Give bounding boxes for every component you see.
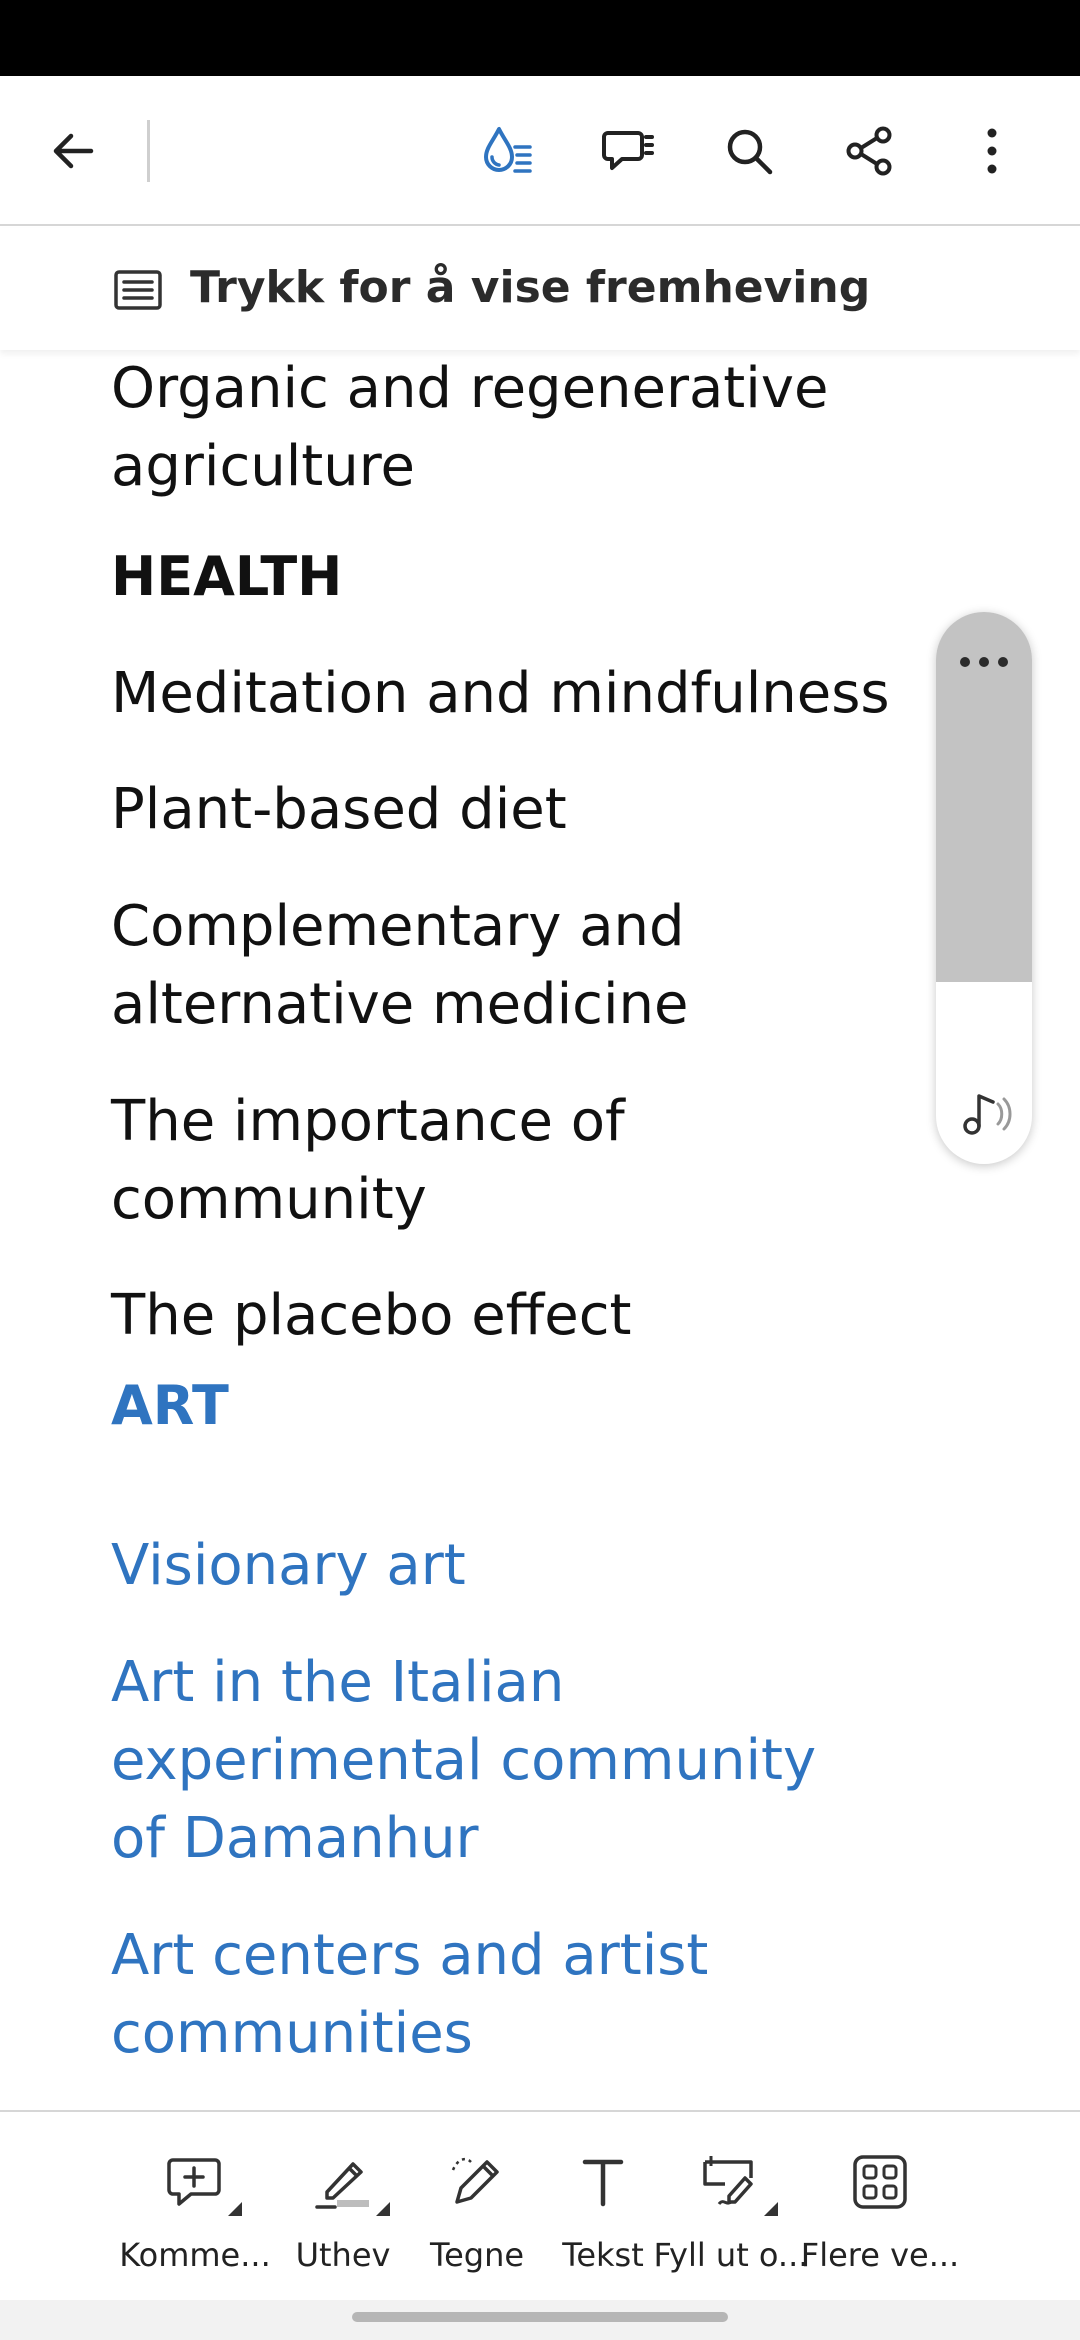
text-icon xyxy=(582,2159,624,2207)
fill-sign-icon xyxy=(703,2156,753,2205)
status-bar xyxy=(0,0,1080,76)
overflow-menu-button[interactable] xyxy=(947,106,1037,196)
tool-label: Komme... xyxy=(119,2236,271,2274)
share-button[interactable] xyxy=(825,106,915,196)
home-gesture-handle[interactable] xyxy=(352,2312,728,2322)
more-tools-grid-icon xyxy=(853,2155,907,2209)
link-visionary-art[interactable]: Visionary art xyxy=(111,1527,911,1605)
liquid-mode-icon xyxy=(484,127,532,173)
doc-paragraph: Meditation and mindfulness xyxy=(111,661,890,726)
more-vertical-icon xyxy=(987,128,997,174)
liquid-mode-button[interactable] xyxy=(462,106,552,196)
document-lines-icon xyxy=(114,270,162,310)
toolbar-divider xyxy=(147,120,150,182)
back-arrow-icon xyxy=(53,133,94,169)
highlight-hint-bar[interactable]: Trykk for å vise fremheving xyxy=(0,228,1080,350)
comment-add-icon xyxy=(167,2158,221,2206)
search-button[interactable] xyxy=(704,106,794,196)
floating-scrubber[interactable] xyxy=(936,612,1032,1164)
tool-fill-sign[interactable]: Fyll ut o... xyxy=(654,2152,808,2292)
document-content[interactable]: Organic and regenerative agriculture HEA… xyxy=(0,350,1080,2110)
read-aloud-icon[interactable] xyxy=(954,1082,1014,1142)
share-icon xyxy=(846,126,892,176)
tool-label: Fyll ut o... xyxy=(653,2236,809,2274)
top-toolbar xyxy=(0,76,1080,226)
doc-paragraph: The importance of community xyxy=(111,1089,625,1232)
link-art-damanhur[interactable]: Art in the Italian experimental communit… xyxy=(111,1644,871,1878)
link-art-centers[interactable]: Art centers and artist communities xyxy=(111,1917,711,2073)
expand-corner-icon xyxy=(376,2202,390,2216)
more-horizontal-icon[interactable] xyxy=(936,642,1032,682)
doc-paragraph: Complementary and alternative medicine xyxy=(111,894,689,1037)
section-heading-health: HEALTH xyxy=(111,545,343,608)
bottom-tools-bar: Komme... Uthev Tegne Tekst Fyll ut o... … xyxy=(0,2110,1080,2300)
draw-pencil-icon xyxy=(451,2158,499,2204)
section-heading-art-link[interactable]: ART xyxy=(111,1367,911,1445)
search-icon xyxy=(727,129,773,175)
comments-button[interactable] xyxy=(583,106,673,196)
doc-paragraph: The placebo effect xyxy=(111,1283,632,1348)
tool-comment[interactable]: Komme... xyxy=(119,2152,271,2292)
expand-corner-icon xyxy=(228,2202,242,2216)
comments-icon xyxy=(602,131,654,170)
highlight-hint-text: Trykk for å vise fremheving xyxy=(190,262,871,313)
tool-more[interactable]: Flere ve... xyxy=(801,2152,959,2292)
tool-label: Flere ve... xyxy=(800,2236,960,2274)
doc-paragraph: Organic and regenerative agriculture xyxy=(111,356,829,499)
highlighter-icon xyxy=(315,2162,369,2209)
system-nav-bar xyxy=(0,2300,1080,2340)
doc-paragraph: Plant-based diet xyxy=(111,777,567,842)
expand-corner-icon xyxy=(764,2202,778,2216)
back-button[interactable] xyxy=(28,106,118,196)
